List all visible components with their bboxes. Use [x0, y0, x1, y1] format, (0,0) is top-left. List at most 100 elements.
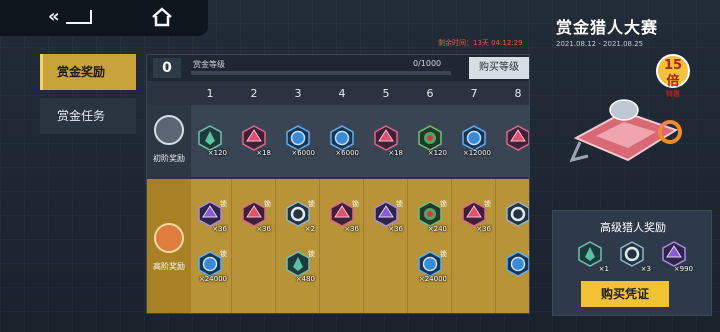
- lock-icon: 锁: [528, 249, 529, 259]
- lock-icon: 锁: [220, 250, 227, 258]
- side-menu-item-1[interactable]: 赏金奖励: [40, 54, 136, 90]
- level-columns-header: 1 2 3 4 5 6 7 8: [147, 81, 529, 105]
- basic-reward-level-4[interactable]: ×6000: [325, 125, 359, 157]
- basic-reward-level-6[interactable]: ×120: [413, 125, 447, 157]
- reward-icon-wrapper: [417, 125, 443, 151]
- level-progress-text: 0/1000: [413, 59, 442, 68]
- reward-quantity: ×3: [640, 265, 651, 273]
- advanced-reward-level-3[interactable]: ×2 锁: [281, 200, 315, 233]
- reward-quantity: ×6000: [335, 149, 359, 157]
- premium-reward-item[interactable]: ×990: [659, 241, 693, 273]
- advanced-reward-level-5[interactable]: ×36 锁: [369, 200, 403, 233]
- reward-quantity: ×36: [476, 225, 491, 233]
- advanced-bonus-reward-level-6[interactable]: ×24000 锁: [413, 250, 447, 283]
- column-divider: [451, 179, 452, 313]
- advanced-reward-level-6[interactable]: ×240 锁: [413, 200, 447, 233]
- advanced-bonus-reward-level-1[interactable]: ×24000 锁: [193, 250, 227, 283]
- green-flower-icon: [418, 125, 442, 151]
- lock-icon: 锁: [264, 200, 271, 208]
- blue-coin-icon: [286, 125, 310, 151]
- column-divider: [231, 179, 232, 313]
- home-icon: [152, 7, 172, 27]
- reward-quantity: ×12000: [462, 149, 491, 157]
- buy-voucher-button[interactable]: 购买凭证: [581, 281, 669, 307]
- reward-quantity: ×120: [207, 149, 227, 157]
- advanced-tier-label-cell: 高阶奖励: [147, 179, 191, 313]
- blue-coin-icon: [506, 251, 529, 277]
- home-button[interactable]: [150, 6, 174, 28]
- ring-icon: [506, 201, 529, 227]
- reward-icon-wrapper: [285, 125, 311, 151]
- basic-reward-level-5[interactable]: ×18: [369, 125, 403, 157]
- buy-level-button[interactable]: 购买等级: [469, 57, 529, 79]
- side-menu-item-2[interactable]: 赏金任务: [40, 98, 136, 134]
- level-progress-track: [191, 71, 451, 75]
- green-crystal-icon: [198, 125, 222, 151]
- basic-reward-level-3[interactable]: ×6000: [281, 125, 315, 157]
- pink-crystal-icon: [242, 125, 266, 151]
- reward-icon-wrapper: [577, 241, 603, 267]
- basic-reward-row: 初阶奖励 ×120 ×18 ×6000 ×6000 ×18 ×120 ×12000: [147, 105, 529, 177]
- top-bar: «: [0, 0, 208, 36]
- level-value: 0: [153, 58, 181, 78]
- lock-icon: 锁: [440, 200, 447, 208]
- green-crystal-icon: [578, 241, 602, 267]
- purple-crystal-icon: [662, 241, 686, 267]
- lock-icon: 锁: [528, 199, 529, 209]
- advanced-reward-level-1[interactable]: ×36 锁: [193, 200, 227, 233]
- level-column-3: 3: [294, 87, 302, 100]
- multiplier-value: 15倍: [663, 58, 683, 89]
- pink-crystal-icon: [374, 125, 398, 151]
- premium-reward-item[interactable]: ×3: [617, 241, 651, 273]
- reward-icon-wrapper: [241, 125, 267, 151]
- reward-icon-wrapper: [505, 125, 529, 151]
- basic-reward-level-1[interactable]: ×120: [193, 125, 227, 157]
- advanced-bonus-reward-level-3[interactable]: ×480 锁: [281, 250, 315, 283]
- level-column-4: 4: [338, 87, 346, 100]
- multiplier-badge: 15倍 特惠: [656, 54, 690, 98]
- reward-icon-wrapper: [461, 125, 487, 151]
- advanced-reward-level-8[interactable]: 锁: [501, 199, 529, 233]
- back-bracket-icon: [66, 10, 92, 24]
- advanced-reward-row: 高阶奖励 ×36锁×36锁×2锁×36锁×36锁×240锁×36锁锁×24000…: [147, 179, 529, 313]
- level-column-7: 7: [470, 87, 478, 100]
- reward-quantity: ×480: [295, 275, 315, 283]
- basic-reward-level-2[interactable]: ×18: [237, 125, 271, 157]
- reward-quantity: ×18: [256, 149, 271, 157]
- blue-coin-icon: [330, 125, 354, 151]
- reward-quantity: ×990: [673, 265, 693, 273]
- reward-quantity: ×36: [256, 225, 271, 233]
- event-title: 赏金猎人大赛: [556, 18, 659, 37]
- back-arrow-icon: «: [48, 6, 60, 27]
- lock-icon: 锁: [440, 250, 447, 258]
- basic-reward-level-7[interactable]: ×12000: [457, 125, 491, 157]
- reward-icon-wrapper: [373, 125, 399, 151]
- reward-icon-wrapper: [505, 201, 529, 227]
- reward-quantity: ×36: [212, 225, 227, 233]
- remaining-time: 剩余时间：13天 04:12:29: [438, 39, 523, 47]
- advanced-reward-level-7[interactable]: ×36 锁: [457, 200, 491, 233]
- advanced-bonus-reward-level-8[interactable]: 锁: [501, 249, 529, 283]
- lock-icon: 锁: [220, 200, 227, 208]
- back-button[interactable]: «: [48, 6, 98, 28]
- reward-quantity: ×2: [304, 225, 315, 233]
- pink-crystal-icon: [506, 125, 529, 151]
- level-bar: 0 赏金等级 0/1000 购买等级: [147, 55, 529, 81]
- basic-tier-avatar: [154, 115, 184, 145]
- lock-icon: 锁: [484, 200, 491, 208]
- reward-icon-wrapper: [197, 125, 223, 151]
- level-label: 赏金等级: [193, 60, 225, 69]
- reward-quantity: ×240: [427, 225, 447, 233]
- advanced-reward-level-4[interactable]: ×36 锁: [325, 200, 359, 233]
- reward-quantity: ×36: [344, 225, 359, 233]
- premium-reward-item[interactable]: ×1: [575, 241, 609, 273]
- reward-quantity: ×1: [598, 265, 609, 273]
- level-column-6: 6: [426, 87, 434, 100]
- advanced-reward-level-2[interactable]: ×36 锁: [237, 200, 271, 233]
- event-dates: 2021.08.12 - 2021.08.25: [556, 40, 644, 48]
- event-ship-art: [569, 99, 682, 163]
- premium-rewards-panel: 高级猎人奖励 ×1 ×3 ×990 购买凭证: [552, 210, 712, 316]
- basic-reward-level-8[interactable]: [501, 125, 529, 157]
- column-divider: [495, 179, 496, 313]
- reward-icon-wrapper: [505, 251, 529, 277]
